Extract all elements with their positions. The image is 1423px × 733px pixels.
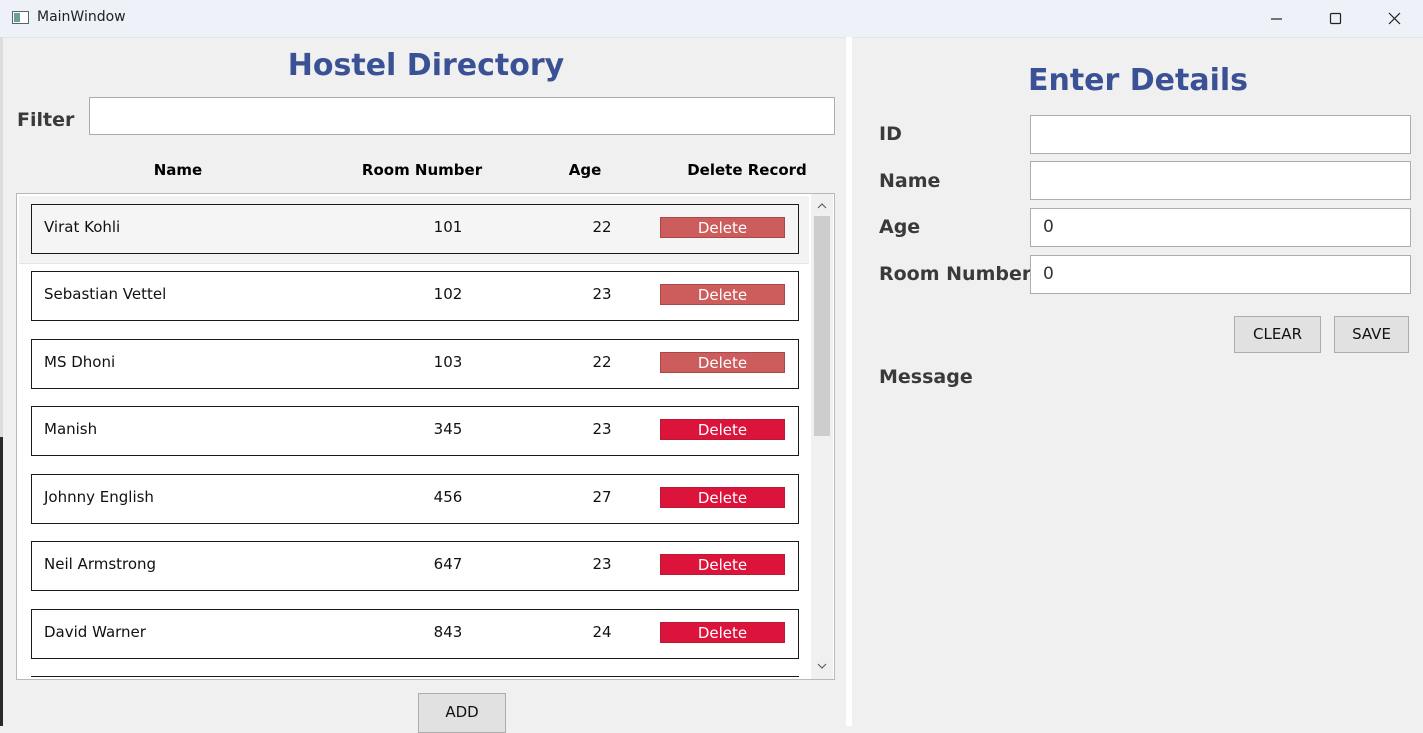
row-room: 843	[433, 623, 463, 641]
id-input[interactable]	[1030, 115, 1411, 154]
column-header-room: Room Number	[361, 161, 483, 179]
column-header-age: Age	[568, 161, 602, 179]
panel-divider	[846, 37, 852, 726]
row-name: Neil Armstrong	[44, 555, 157, 573]
table-row-partial	[31, 676, 799, 679]
message-label: Message	[879, 366, 973, 388]
row-name: Virat Kohli	[44, 218, 121, 236]
delete-button[interactable]: Delete	[660, 217, 785, 238]
filter-label: Filter	[17, 109, 75, 131]
name-label: Name	[879, 170, 941, 192]
name-input[interactable]	[1030, 161, 1411, 200]
delete-button[interactable]: Delete	[660, 487, 785, 508]
vertical-scrollbar[interactable]	[811, 194, 833, 679]
age-label: Age	[879, 216, 921, 238]
table-row[interactable]: Johnny English 456 27 Delete	[31, 474, 799, 524]
table-row[interactable]: Virat Kohli 101 22 Delete	[31, 204, 799, 254]
column-header-delete: Delete Record	[687, 161, 807, 179]
table-row[interactable]: David Warner 843 24 Delete	[31, 609, 799, 659]
table-row[interactable]: Manish 345 23 Delete	[31, 406, 799, 456]
delete-button[interactable]: Delete	[660, 352, 785, 373]
row-name: Sebastian Vettel	[44, 285, 167, 303]
close-button[interactable]	[1366, 0, 1423, 37]
row-age: 22	[592, 218, 612, 236]
row-age: 23	[592, 285, 612, 303]
table-row[interactable]: MS Dhoni 103 22 Delete	[31, 339, 799, 389]
row-room: 102	[433, 285, 463, 303]
row-age: 23	[592, 555, 612, 573]
add-button[interactable]: ADD	[418, 693, 506, 733]
scroll-down-icon[interactable]	[816, 660, 828, 672]
scroll-thumb[interactable]	[814, 216, 830, 436]
minimize-icon	[1271, 18, 1282, 20]
delete-button[interactable]: Delete	[660, 419, 785, 440]
room-number-label: Room Number	[879, 263, 1032, 285]
row-age: 23	[592, 420, 612, 438]
id-label: ID	[879, 123, 902, 145]
title-bar: MainWindow	[0, 0, 1423, 38]
save-button[interactable]: SAVE	[1334, 316, 1409, 353]
window-title: MainWindow	[37, 9, 126, 25]
table-row[interactable]: Sebastian Vettel 102 23 Delete	[31, 271, 799, 321]
row-room: 103	[433, 353, 463, 371]
row-name: MS Dhoni	[44, 353, 116, 371]
row-room: 456	[433, 488, 463, 506]
table-row[interactable]: Neil Armstrong 647 23 Delete	[31, 541, 799, 591]
row-age: 24	[592, 623, 612, 641]
age-input[interactable]: 0	[1030, 208, 1411, 247]
delete-button[interactable]: Delete	[660, 622, 785, 643]
scroll-up-icon[interactable]	[816, 200, 828, 212]
room-number-input[interactable]: 0	[1030, 255, 1411, 294]
maximize-icon	[1329, 12, 1342, 25]
maximize-button[interactable]	[1307, 0, 1365, 37]
row-room: 345	[433, 420, 463, 438]
details-title: Enter Details	[1027, 63, 1249, 98]
row-age: 27	[592, 488, 612, 506]
row-name: Johnny English	[44, 488, 154, 506]
delete-button[interactable]: Delete	[660, 284, 785, 305]
row-name: David Warner	[44, 623, 146, 641]
filter-input[interactable]	[89, 97, 835, 135]
app-icon	[12, 11, 29, 24]
row-age: 22	[592, 353, 612, 371]
row-room: 647	[433, 555, 463, 573]
row-name: Manish	[44, 420, 98, 438]
delete-button[interactable]: Delete	[660, 554, 785, 575]
records-list[interactable]: Virat Kohli 101 22 Delete Sebastian Vett…	[16, 193, 835, 680]
column-header-name: Name	[153, 161, 203, 179]
window-edge-top	[0, 37, 3, 437]
row-room: 101	[433, 218, 463, 236]
directory-title: Hostel Directory	[287, 48, 565, 83]
close-icon	[1388, 12, 1401, 25]
minimize-button[interactable]	[1248, 0, 1306, 37]
clear-button[interactable]: CLEAR	[1234, 316, 1321, 353]
